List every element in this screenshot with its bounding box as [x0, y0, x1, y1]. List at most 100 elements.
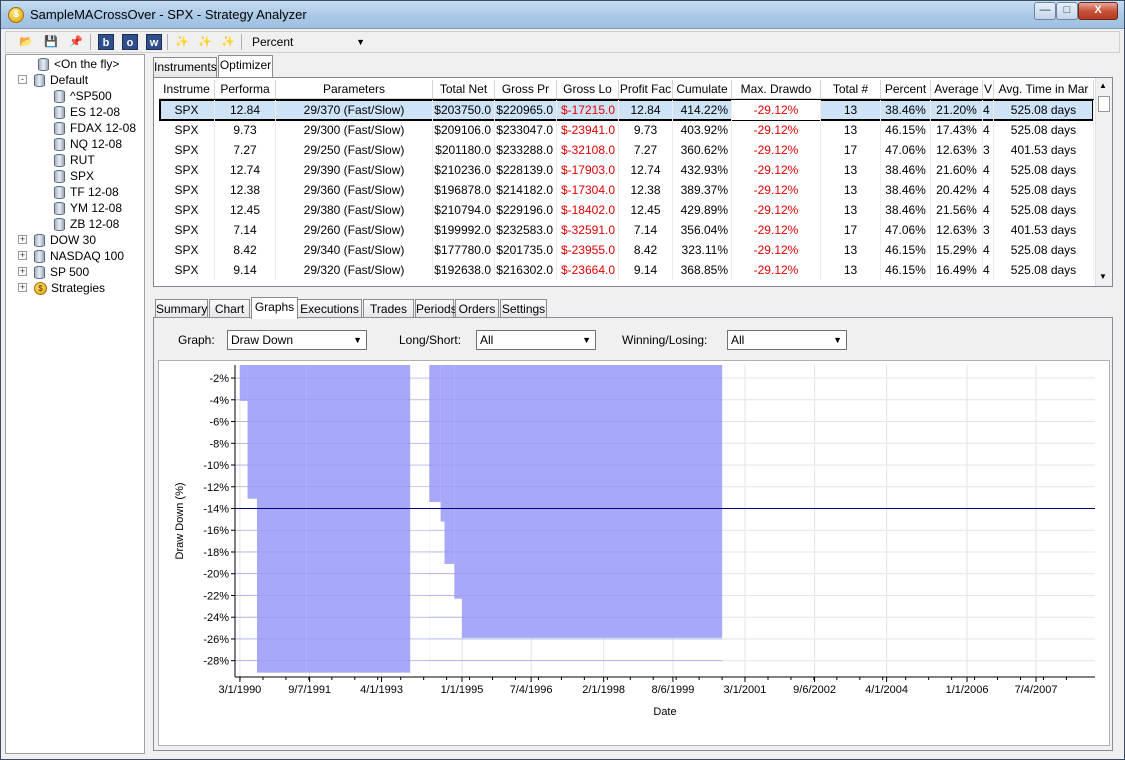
tab-summary[interactable]: Summary	[155, 299, 208, 319]
performance-unit-select[interactable]: Percent ▼	[246, 33, 368, 51]
wand2-icon[interactable]: ✨	[197, 34, 213, 50]
b-icon[interactable]: b	[98, 34, 114, 50]
wand-icon[interactable]: ✨	[174, 34, 190, 50]
tree-item[interactable]: FDAX 12-08	[54, 120, 136, 136]
table-row[interactable]: SPX 12.38 29/360 (Fast/Slow) $196878.0 $2141…	[160, 180, 1094, 200]
table-cell: 13	[821, 160, 881, 180]
tab-optimizer[interactable]: Optimizer	[218, 55, 273, 77]
tree-item[interactable]: SPX	[54, 168, 94, 184]
column-header[interactable]: Max. Drawdo	[732, 80, 821, 99]
graph-type-select[interactable]: Draw Down ▼	[227, 330, 367, 350]
tree-item[interactable]: SP 500	[34, 264, 89, 280]
column-header[interactable]: Performa	[215, 80, 276, 99]
table-row[interactable]: SPX 8.42 29/340 (Fast/Slow) $177780.0 $20173…	[160, 240, 1094, 260]
winlose-select[interactable]: All ▼	[727, 330, 847, 350]
tree-item[interactable]: NASDAQ 100	[34, 248, 124, 264]
table-cell: SPX	[159, 100, 215, 120]
table-cell: 401.53 days	[994, 220, 1094, 240]
open-folder-icon[interactable]: 📂	[18, 34, 34, 50]
tab-orders[interactable]: Orders	[455, 299, 499, 319]
tree-expander[interactable]: +	[18, 267, 27, 276]
table-row[interactable]: SPX 12.74 29/390 (Fast/Slow) $210236.0 $2281…	[160, 160, 1094, 180]
tree-item[interactable]: ES 12-08	[54, 104, 120, 120]
close-button[interactable]: X	[1078, 2, 1118, 20]
tab-graphs[interactable]: Graphs	[251, 297, 298, 319]
longshort-select[interactable]: All ▼	[476, 330, 596, 350]
wand3-icon[interactable]: ✨	[220, 34, 236, 50]
column-header[interactable]: Total #	[821, 80, 881, 99]
scroll-thumb[interactable]	[1098, 96, 1110, 112]
pane-splitter[interactable]	[151, 290, 1119, 294]
column-header[interactable]: Instrume	[159, 80, 215, 99]
table-cell: 360.62%	[673, 140, 732, 160]
tree-item[interactable]: TF 12-08	[54, 184, 119, 200]
column-header[interactable]: Parameters	[276, 80, 433, 99]
table-row[interactable]: SPX 7.27 29/250 (Fast/Slow) $201180.0 $23328…	[160, 140, 1094, 160]
column-header[interactable]: Total Net	[433, 80, 495, 99]
y-axis-label: Draw Down (%)	[174, 482, 186, 559]
column-header[interactable]: Gross Lo	[557, 80, 619, 99]
table-cell: 4	[983, 160, 994, 180]
tree-item[interactable]: <On the fly>	[38, 56, 119, 72]
tree-item-label: TF 12-08	[70, 185, 119, 199]
table-cell: 12.63%	[931, 140, 983, 160]
tree-expander[interactable]: +	[18, 283, 27, 292]
table-cell: 429.89%	[673, 200, 732, 220]
tree-item[interactable]: $ Strategies	[34, 280, 105, 296]
tree-item[interactable]: ^SP500	[54, 88, 112, 104]
tree-item[interactable]: Default	[34, 72, 88, 88]
table-row[interactable]: SPX 7.14 29/260 (Fast/Slow) $199992.0 $23258…	[160, 220, 1094, 240]
w-icon[interactable]: w	[146, 34, 162, 50]
tree-item[interactable]: DOW 30	[34, 232, 96, 248]
right-pane: Instruments Optimizer Instrume Performa Pa…	[151, 54, 1119, 754]
maximize-button[interactable]: □	[1056, 2, 1078, 20]
column-header[interactable]: V	[983, 80, 994, 99]
column-header[interactable]: Average	[931, 80, 983, 99]
column-header[interactable]: Gross Pr	[495, 80, 557, 99]
column-header[interactable]: Percent	[881, 80, 931, 99]
strategy-analyzer-window: $ SampleMACrossOver - SPX - Strategy Ana…	[0, 0, 1125, 760]
tree-expander[interactable]: +	[18, 235, 27, 244]
minimize-button[interactable]: —	[1034, 2, 1056, 20]
tab-instruments[interactable]: Instruments	[153, 57, 217, 77]
column-header[interactable]: Avg. Time in Mar	[994, 80, 1094, 99]
table-cell: $-23664.0	[557, 260, 619, 280]
tab-periods[interactable]: Periods	[415, 299, 457, 319]
table-cell: 13	[821, 120, 881, 140]
tree-item[interactable]: YM 12-08	[54, 200, 122, 216]
scroll-up-icon[interactable]: ▲	[1099, 81, 1107, 90]
table-cell: 12.84	[619, 100, 673, 120]
tree-item-label: FDAX 12-08	[70, 121, 137, 135]
pin-icon[interactable]: 📌	[68, 34, 84, 50]
table-row[interactable]: SPX 12.45 29/380 (Fast/Slow) $210794.0 $2291…	[160, 200, 1094, 220]
o-icon[interactable]: o	[122, 34, 138, 50]
vertical-scrollbar[interactable]: ▲ ▼	[1095, 78, 1112, 286]
tab-executions[interactable]: Executions	[297, 299, 362, 319]
winlose-label: Winning/Losing:	[622, 333, 708, 347]
table-row[interactable]: SPX 9.14 29/320 (Fast/Slow) $192638.0 $21630…	[160, 260, 1094, 280]
table-cell: $-17215.0	[557, 100, 619, 120]
x-tick-label: 3/1/1990	[218, 684, 261, 696]
tree-item-label: DOW 30	[50, 233, 97, 247]
save-icon[interactable]: 💾	[43, 34, 59, 50]
tab-settings[interactable]: Settings	[500, 299, 547, 319]
tree-expander[interactable]: +	[18, 251, 27, 260]
tree-item[interactable]: RUT	[54, 152, 95, 168]
table-cell: $192638.0	[433, 260, 495, 280]
tab-chart[interactable]: Chart	[209, 299, 250, 319]
table-cell: 525.08 days	[994, 200, 1094, 220]
tab-trades[interactable]: Trades	[363, 299, 414, 319]
tree-item[interactable]: NQ 12-08	[54, 136, 122, 152]
y-tick-label: -16%	[203, 525, 229, 537]
tree-item[interactable]: ZB 12-08	[54, 216, 119, 232]
table-row[interactable]: SPX 12.84 29/370 (Fast/Slow) $203750.0 $2209…	[159, 99, 1094, 121]
column-header[interactable]: Profit Fac	[619, 80, 673, 99]
tree-expander[interactable]: -	[18, 75, 27, 84]
scroll-down-icon[interactable]: ▼	[1099, 272, 1107, 281]
column-header[interactable]: Cumulate	[673, 80, 732, 99]
table-cell: 4	[983, 180, 994, 200]
table-cell: 368.85%	[673, 260, 732, 280]
table-row[interactable]: SPX 9.73 29/300 (Fast/Slow) $209106.0 $23304…	[160, 120, 1094, 140]
table-cell: 38.46%	[881, 160, 931, 180]
database-icon	[54, 122, 65, 136]
